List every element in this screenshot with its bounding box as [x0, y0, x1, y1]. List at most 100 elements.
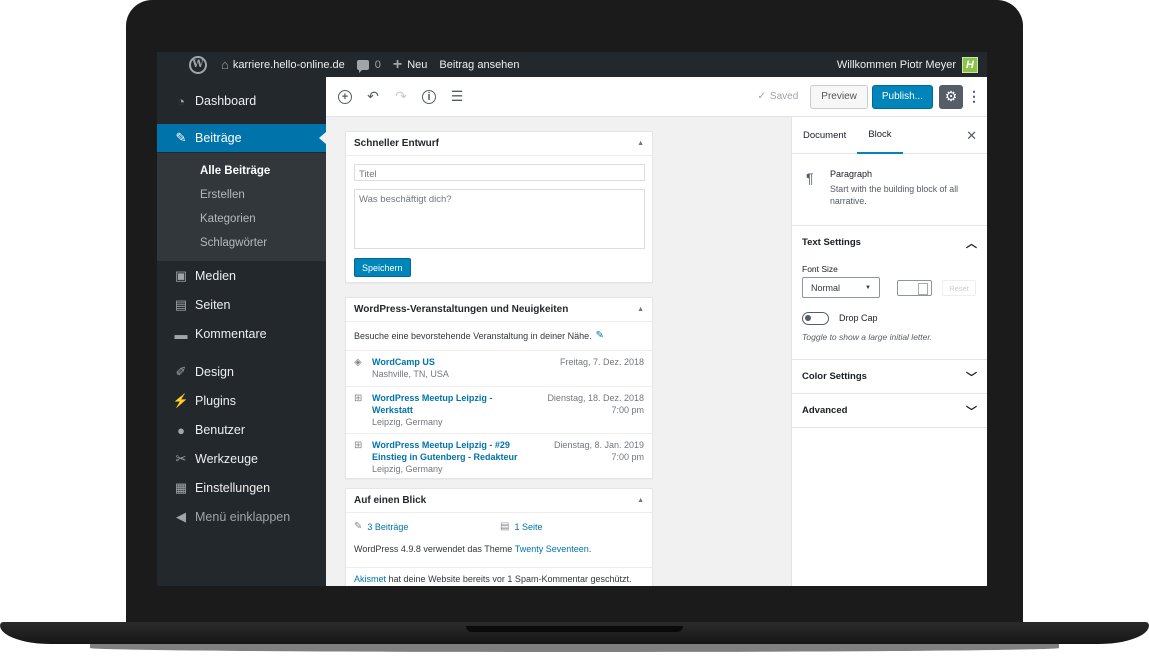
font-size-select[interactable]: Normal ▼	[802, 277, 880, 298]
menu-item-posts[interactable]: ✎ Beiträge	[157, 124, 326, 152]
save-draft-button[interactable]: Speichern	[354, 258, 411, 277]
more-menu-button[interactable]: ⋮	[967, 88, 981, 105]
menu-label: Kommentare	[195, 327, 267, 341]
menu-item-dashboard[interactable]: ◔ Dashboard	[157, 87, 326, 115]
plus-circle-icon: +	[338, 89, 352, 104]
avatar[interactable]: H	[962, 56, 978, 73]
collapse-arrow-icon[interactable]: ▲	[637, 140, 644, 147]
chevron-up-icon: ︿	[966, 237, 977, 250]
posts-count-link[interactable]: 3 Beiträge	[367, 522, 408, 532]
text-settings-toggle[interactable]: Text Settings ︿	[792, 226, 987, 259]
menu-item-settings[interactable]: ▦ Einstellungen	[157, 474, 326, 502]
plugin-icon: ⚡	[172, 393, 190, 408]
menu-label: Seiten	[195, 298, 231, 312]
panel-title: Text Settings	[802, 237, 861, 248]
panel-title: Advanced	[802, 405, 848, 416]
media-icon: ▣	[174, 268, 188, 283]
wordpress-logo-icon[interactable]: W	[189, 55, 207, 74]
color-settings-panel: Color Settings ﹀	[792, 360, 987, 394]
submenu-new-post[interactable]: Erstellen	[200, 189, 245, 201]
akismet-link[interactable]: Akismet	[354, 574, 386, 584]
font-size-number-input[interactable]	[897, 280, 932, 296]
pages-icon: ▤	[500, 521, 510, 532]
collapse-arrow-icon: ◀	[176, 509, 186, 524]
check-icon: ✓	[757, 91, 766, 102]
events-header[interactable]: WordPress-Veranstaltungen und Neuigkeite…	[346, 298, 652, 322]
menu-label: Design	[195, 365, 234, 379]
event-title-link[interactable]: WordPress Meetup Leipzig - #29 Einstieg …	[372, 439, 532, 463]
undo-icon: ↶	[367, 88, 379, 104]
pages-count-link[interactable]: 1 Seite	[514, 522, 542, 532]
tab-document[interactable]: Document	[792, 117, 857, 154]
event-location: Nashville, TN, USA	[372, 369, 449, 379]
event-title-link[interactable]: WordPress Meetup Leipzig - Werkstatt	[372, 392, 522, 416]
pushpin-icon: ✎	[354, 521, 363, 532]
menu-item-comments[interactable]: ▬ Kommentare	[157, 320, 326, 348]
postbox-title: Schneller Entwurf	[354, 138, 440, 149]
add-block-button[interactable]: +	[335, 87, 355, 107]
menu-item-media[interactable]: ▣ Medien	[157, 262, 326, 290]
version-suffix: .	[588, 544, 592, 554]
event-date: Dienstag, 18. Dez. 2018 7:00 pm	[547, 392, 644, 416]
reset-button[interactable]: Reset	[942, 280, 976, 296]
draft-title-input[interactable]: Titel	[354, 164, 645, 181]
glance-pages[interactable]: ▤ 1 Seite	[500, 521, 542, 532]
submenu-tags[interactable]: Schlagwörter	[200, 237, 267, 249]
quick-draft-header[interactable]: Schneller Entwurf ▲	[346, 132, 652, 156]
sidebar-tabs: Document Block ✕	[792, 117, 987, 154]
comments-icon: ▬	[174, 326, 188, 342]
paragraph-icon: ¶	[806, 170, 814, 186]
menu-item-design[interactable]: ✐ Design	[157, 358, 326, 386]
outline-button[interactable]: ☰	[447, 87, 467, 107]
info-button[interactable]: i	[419, 87, 439, 107]
event-title-link[interactable]: WordCamp US	[372, 356, 522, 368]
preview-button[interactable]: Preview	[810, 84, 868, 109]
drop-cap-toggle[interactable]	[802, 312, 829, 325]
glance-version: WordPress 4.9.8 verwendet das Theme Twen…	[354, 544, 591, 554]
plus-icon: +	[392, 55, 403, 73]
version-text: WordPress 4.9.8 verwendet das Theme	[354, 544, 513, 554]
publish-button[interactable]: Publish...	[871, 84, 933, 109]
menu-label: Einstellungen	[195, 481, 271, 495]
menu-label: Werkzeuge	[195, 452, 258, 466]
collapse-arrow-icon[interactable]: ▲	[637, 306, 644, 313]
glance-header[interactable]: Auf einen Blick ▲	[346, 489, 652, 513]
settings-gear-button[interactable]: ⚙	[939, 84, 963, 109]
at-a-glance-box: Auf einen Blick ▲ ✎ 3 Beiträge ▤ 1 Seite…	[345, 488, 653, 586]
event-date: Freitag, 7. Dez. 2018	[559, 357, 644, 367]
comment-bubble-icon	[356, 59, 369, 73]
pages-icon: ▤	[174, 297, 188, 312]
menu-item-plugins[interactable]: ⚡ Plugins	[157, 387, 326, 415]
user-greeting[interactable]: Willkommen Piotr Meyer	[837, 59, 956, 71]
theme-link[interactable]: Twenty Seventeen	[515, 544, 589, 554]
tab-block[interactable]: Block	[857, 117, 903, 154]
new-content-link[interactable]: + Neu	[387, 52, 434, 77]
color-settings-toggle[interactable]: Color Settings ﹀	[792, 360, 987, 393]
advanced-toggle[interactable]: Advanced ﹀	[792, 394, 987, 427]
event-date-day: Dienstag, 8. Jan. 2019	[553, 440, 644, 450]
menu-item-pages[interactable]: ▤ Seiten	[157, 291, 326, 319]
undo-button[interactable]: ↶	[363, 87, 383, 107]
events-intro-text: Besuche eine bevorstehende Veranstaltung…	[354, 330, 592, 341]
redo-button[interactable]: ↷	[391, 87, 411, 107]
pushpin-icon: ✎	[175, 130, 187, 145]
admin-bar: W ⌂ karriere.hello-online.de 0 + Neu Bei…	[157, 52, 987, 77]
editor-toolbar: + ↶ ↷ i ☰ ✓ Saved Preview Publish... ⚙ ⋮	[326, 77, 987, 117]
event-row: ⊞ WordPress Meetup Leipzig - #29 Einstie…	[346, 433, 652, 479]
glance-posts[interactable]: ✎ 3 Beiträge	[354, 521, 408, 532]
event-row: ◈ WordCamp US Nashville, TN, USA Freitag…	[346, 350, 652, 386]
close-icon[interactable]: ✕	[966, 128, 977, 144]
menu-collapse[interactable]: ◀ Menü einklappen	[157, 503, 326, 531]
menu-item-tools[interactable]: ✂ Werkzeuge	[157, 445, 326, 473]
view-post-link[interactable]: Beitrag ansehen	[433, 52, 525, 77]
submenu-categories[interactable]: Kategorien	[200, 213, 256, 225]
site-name-link[interactable]: ⌂ karriere.hello-online.de	[215, 52, 351, 77]
collapse-arrow-icon[interactable]: ▲	[637, 497, 644, 504]
submenu-all-posts[interactable]: Alle Beiträge	[200, 165, 270, 177]
laptop-base	[0, 616, 1149, 659]
menu-item-users[interactable]: ● Benutzer	[157, 416, 326, 444]
pencil-icon[interactable]: ✎	[596, 330, 604, 341]
menu-label: Beiträge	[195, 131, 242, 145]
draft-content-textarea[interactable]: Was beschäftigt dich?	[354, 189, 645, 249]
comments-link[interactable]: 0	[351, 52, 387, 77]
